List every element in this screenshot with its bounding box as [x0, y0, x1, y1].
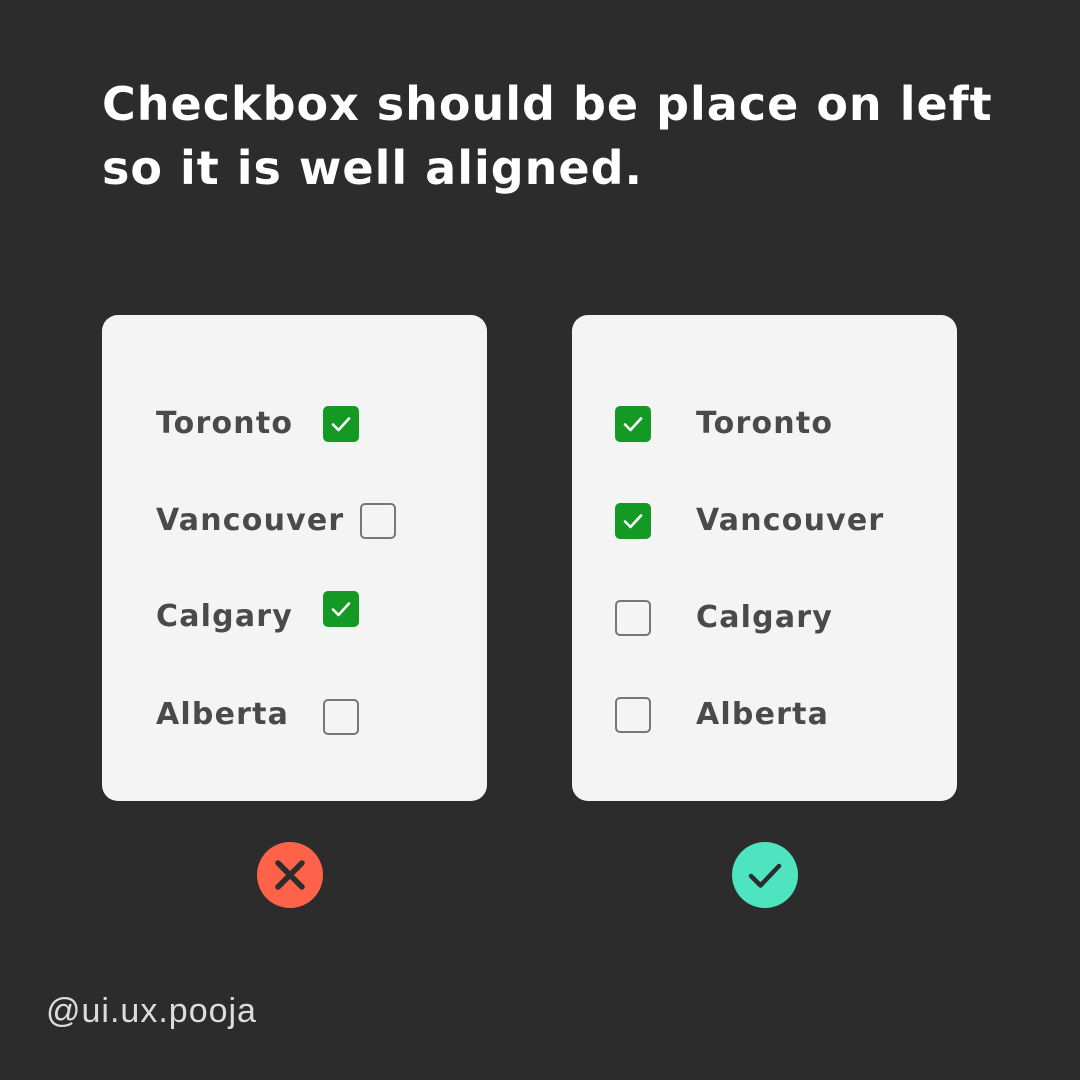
cross-icon: [275, 860, 305, 890]
good-example-card: Toronto Vancouver Calgary Alberta: [572, 315, 957, 801]
headline: Checkbox should be place on left so it i…: [102, 72, 1002, 200]
incorrect-badge: [257, 842, 323, 908]
checkbox-row-calgary[interactable]: Calgary: [572, 598, 957, 638]
checkbox-row-toronto[interactable]: Toronto: [102, 404, 487, 444]
checkbox[interactable]: [615, 600, 651, 636]
checkbox-row-toronto[interactable]: Toronto: [572, 404, 957, 444]
checkbox[interactable]: [323, 699, 359, 735]
checkbox-label: Alberta: [696, 697, 830, 732]
bad-example-card: Toronto Vancouver Calgary Alberta: [102, 315, 487, 801]
checkbox-label: Alberta: [156, 697, 290, 732]
checkbox-row-alberta[interactable]: Alberta: [572, 695, 957, 735]
checkmark-icon: [748, 863, 782, 888]
author-handle: @ui.ux.pooja: [46, 992, 257, 1030]
checkbox-label: Toronto: [696, 406, 834, 441]
headline-line-1: Checkbox should be place on left: [102, 77, 993, 131]
checkmark-icon: [331, 602, 351, 617]
checkbox[interactable]: [323, 406, 359, 442]
checkbox[interactable]: [323, 591, 359, 627]
checkbox-label: Vancouver: [156, 503, 345, 538]
checkbox-row-vancouver[interactable]: Vancouver: [572, 501, 957, 541]
correct-badge: [732, 842, 798, 908]
checkbox[interactable]: [615, 697, 651, 733]
checkbox[interactable]: [360, 503, 396, 539]
checkmark-icon: [623, 417, 643, 432]
checkmark-icon: [623, 514, 643, 529]
checkbox-row-vancouver[interactable]: Vancouver: [102, 501, 487, 541]
checkmark-icon: [331, 417, 351, 432]
checkbox[interactable]: [615, 406, 651, 442]
checkbox-label: Toronto: [156, 406, 294, 441]
checkbox-row-alberta[interactable]: Alberta: [102, 695, 487, 735]
checkbox[interactable]: [615, 503, 651, 539]
checkbox-label: Calgary: [156, 599, 294, 634]
headline-line-2: so it is well aligned.: [102, 141, 644, 195]
checkbox-row-calgary[interactable]: Calgary: [102, 591, 487, 637]
checkbox-label: Vancouver: [696, 503, 885, 538]
checkbox-label: Calgary: [696, 600, 834, 635]
